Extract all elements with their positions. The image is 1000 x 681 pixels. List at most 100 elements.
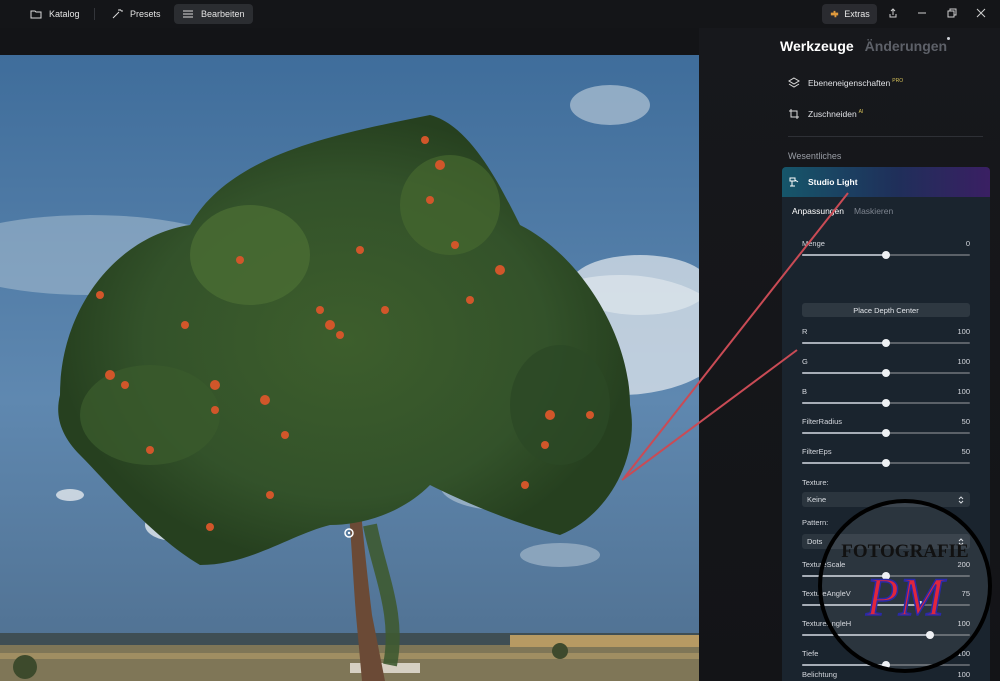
slider-thumb[interactable]: [925, 631, 934, 639]
studio-light-header[interactable]: Studio Light: [782, 167, 990, 197]
slider-thumb[interactable]: [882, 339, 890, 347]
chevron-updown-icon: [958, 537, 964, 546]
notification-dot: [947, 37, 950, 40]
close-button[interactable]: [974, 6, 988, 20]
pattern-select[interactable]: Dots: [802, 534, 970, 549]
slider-label: TextureAngleV: [802, 589, 851, 598]
slider-track[interactable]: [802, 339, 970, 347]
slider-label: FilterEps: [802, 447, 832, 456]
place-depth-center-button[interactable]: Place Depth Center: [802, 303, 970, 317]
slider-fill: [802, 462, 886, 464]
folder-icon: [30, 10, 42, 19]
slider-label: Belichtung: [802, 670, 838, 679]
slider-thumb[interactable]: [882, 459, 890, 467]
slider-label: G: [802, 357, 808, 366]
slider-thumb[interactable]: [882, 429, 890, 437]
slider-fill: [802, 372, 886, 374]
bearbeiten-button[interactable]: Bearbeiten: [174, 4, 253, 24]
presets-button[interactable]: Presets: [103, 4, 169, 24]
katalog-button[interactable]: Katalog: [22, 4, 88, 24]
slider-track[interactable]: [802, 369, 970, 377]
layers-icon: [788, 77, 800, 88]
crop-icon: [789, 109, 799, 119]
share-icon: [889, 8, 897, 18]
divider: [94, 8, 95, 20]
katalog-label: Katalog: [49, 9, 80, 19]
slider-fill: [802, 254, 886, 256]
divider: [788, 136, 983, 137]
slider-thumb[interactable]: [882, 572, 890, 580]
slider-track[interactable]: [802, 429, 970, 437]
ai-badge: AI: [858, 109, 864, 116]
slider-label: TextureScale: [802, 560, 846, 569]
slider-value: 100: [957, 327, 970, 336]
tab-aenderungen[interactable]: Änderungen: [865, 38, 947, 54]
slider-label: Tiefe: [802, 649, 819, 658]
slider-fill: [802, 402, 886, 404]
slider-fill: [802, 634, 930, 636]
slider-value: 100: [957, 357, 970, 366]
slider-fill: [802, 575, 886, 577]
tools-panel: Werkzeuge Änderungen Ebeneneigenschaften…: [699, 28, 1000, 681]
slider-track[interactable]: [802, 661, 970, 669]
chevron-updown-icon: [958, 495, 964, 504]
slider-r[interactable]: R 100: [802, 327, 970, 347]
tab-anpassungen[interactable]: Anpassungen: [792, 206, 844, 216]
layer-properties-label: Ebeneneigenschaften: [808, 78, 891, 88]
slider-value: 100: [957, 387, 970, 396]
slider-track[interactable]: [802, 459, 970, 467]
slider-thumb[interactable]: [882, 399, 890, 407]
slider-track[interactable]: [802, 631, 970, 639]
sliders-icon: [183, 10, 193, 18]
slider-texturescale[interactable]: TextureScale 200: [802, 560, 970, 580]
restore-button[interactable]: [945, 6, 959, 20]
slider-thumb[interactable]: [882, 251, 890, 259]
sub-tabs: Anpassungen Maskieren: [792, 206, 893, 216]
crop-label: Zuschneiden: [808, 109, 857, 119]
bearbeiten-label: Bearbeiten: [201, 9, 245, 19]
slider-value: 0: [965, 239, 970, 248]
slider-filterradius[interactable]: FilterRadius 50: [802, 417, 970, 437]
magic-wand-icon: [112, 9, 123, 19]
tab-maskieren[interactable]: Maskieren: [854, 206, 893, 216]
close-icon: [976, 8, 986, 18]
tree-photo: [0, 55, 699, 681]
slider-value: 50: [961, 417, 970, 426]
studio-light-icon: [789, 177, 799, 187]
minimize-button[interactable]: [915, 6, 929, 20]
slider-belichtung[interactable]: Belichtung 100: [802, 670, 970, 681]
slider-tiefe[interactable]: Tiefe 100: [802, 649, 970, 669]
slider-fill: [802, 432, 886, 434]
slider-fill: [802, 604, 920, 606]
slider-value: 50: [961, 447, 970, 456]
slider-track[interactable]: [802, 601, 970, 609]
tab-werkzeuge[interactable]: Werkzeuge: [780, 38, 854, 54]
slider-track[interactable]: [802, 572, 970, 580]
slider-track[interactable]: [802, 399, 970, 407]
slider-fill: [802, 664, 886, 666]
minimize-icon: [918, 12, 926, 14]
texture-value: Keine: [807, 495, 827, 504]
layer-properties-item[interactable]: Ebeneneigenschaften PRO: [788, 77, 903, 89]
puzzle-icon: [831, 10, 839, 17]
pro-badge: PRO: [892, 78, 904, 85]
texture-select[interactable]: Keine: [802, 492, 970, 507]
slider-textureanglev[interactable]: TextureAngleV 75: [802, 589, 970, 609]
slider-g[interactable]: G 100: [802, 357, 970, 377]
slider-menge[interactable]: Menge 0: [802, 239, 970, 259]
slider-label: Menge: [802, 239, 825, 248]
slider-thumb[interactable]: [882, 661, 890, 669]
texture-label: Texture:: [802, 478, 829, 487]
slider-b[interactable]: B 100: [802, 387, 970, 407]
photo-canvas[interactable]: [0, 55, 699, 681]
slider-thumb[interactable]: [915, 601, 924, 609]
extras-button[interactable]: Extras: [822, 4, 877, 24]
slider-label: B: [802, 387, 808, 396]
crop-item[interactable]: Zuschneiden AI: [788, 108, 863, 120]
slider-filtereps[interactable]: FilterEps 50: [802, 447, 970, 467]
slider-track[interactable]: [802, 251, 970, 259]
share-button[interactable]: [886, 6, 900, 20]
slider-label: TextureAngleH: [802, 619, 852, 628]
slider-thumb[interactable]: [882, 369, 890, 377]
slider-textureangleh[interactable]: TextureAngleH 100: [802, 619, 970, 639]
